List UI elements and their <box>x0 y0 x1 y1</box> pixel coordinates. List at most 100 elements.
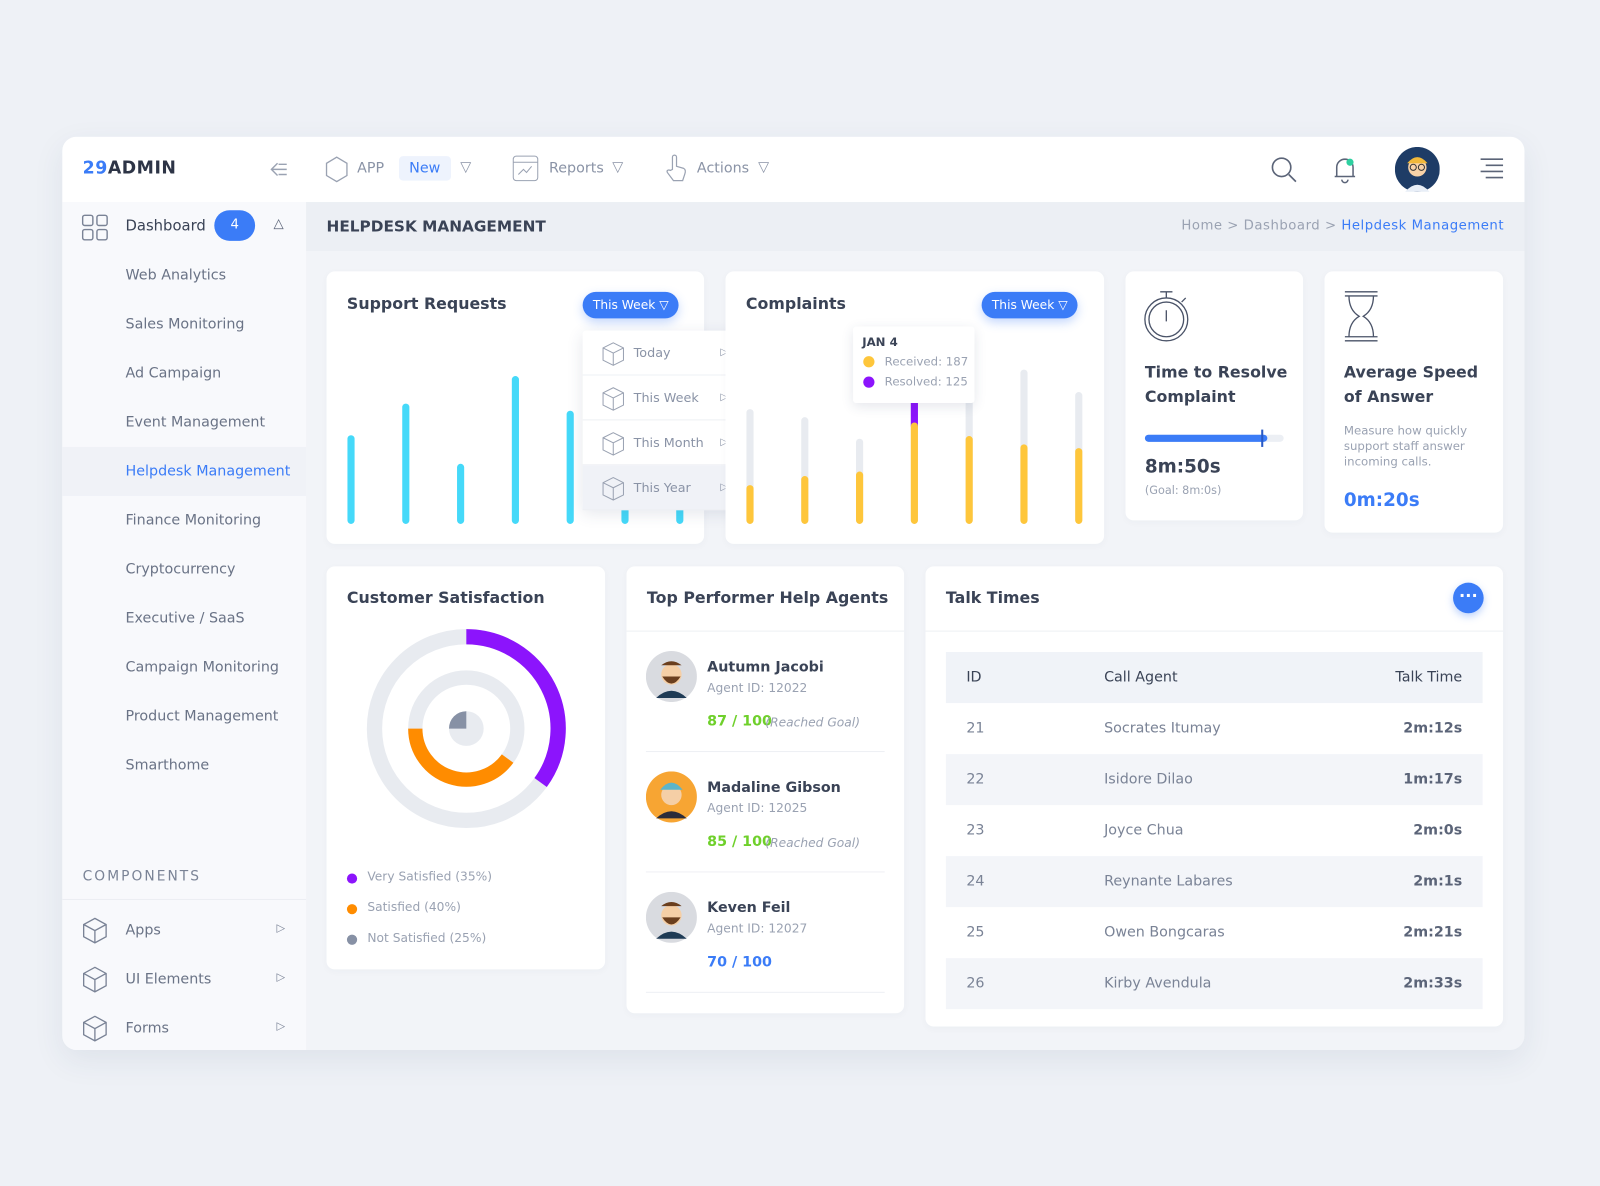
reports-icon <box>512 155 539 182</box>
more-options-button[interactable]: ··· <box>1453 582 1484 614</box>
legend-dot <box>346 904 358 915</box>
divider <box>645 871 885 873</box>
divider <box>925 630 1504 632</box>
table-row[interactable]: 21 Socrates Itumay 2m:12s <box>946 703 1483 754</box>
cube-icon <box>83 966 107 993</box>
sidebar-item[interactable]: Executive / SaaS <box>62 594 306 643</box>
cell-talk-time: 2m:1s <box>1413 873 1463 890</box>
sidebar-item[interactable]: Helpdesk Management <box>62 446 307 496</box>
agent-id: Agent ID: 12027 <box>707 921 808 936</box>
sidebar-item[interactable]: Sales Monitoring <box>62 300 306 349</box>
resolve-progress-bar <box>1144 429 1284 447</box>
sidebar-item[interactable]: Cryptocurrency <box>62 545 306 594</box>
sidebar-item[interactable]: Smarthome <box>62 741 306 790</box>
app-menu[interactable]: APP <box>357 160 384 176</box>
agent-score: 87 / 100 <box>707 713 773 730</box>
cell-id: 23 <box>966 822 985 839</box>
support-filter-button[interactable]: This Week ▽ <box>582 291 679 319</box>
table-row[interactable]: 26 Kirby Avendula 2m:33s <box>945 958 1483 1010</box>
breadcrumb-current: Helpdesk Management <box>1341 218 1505 234</box>
sidebar-component-item[interactable]: Forms <box>126 1020 169 1036</box>
resolved-dot <box>863 376 875 388</box>
reports-menu[interactable]: Reports <box>549 160 604 176</box>
table-row[interactable]: 23 Joyce Chua 2m:0s <box>946 805 1483 856</box>
card-title-line1: Average Speed <box>1343 363 1479 382</box>
user-avatar[interactable] <box>1394 146 1440 192</box>
search-icon[interactable] <box>1269 155 1298 184</box>
dropdown-item-label: This Week <box>633 389 699 406</box>
desc-line: Measure how quickly <box>1343 423 1468 438</box>
filter-label: This Week <box>592 297 656 313</box>
header-call-agent[interactable]: Call Agent <box>1104 652 1178 703</box>
agent-name[interactable]: Autumn Jacobi <box>707 659 824 675</box>
table-row[interactable]: 22 Isidore Dilao 1m:17s <box>945 754 1483 806</box>
bell-icon[interactable] <box>1332 154 1359 185</box>
desc-line: support staff answer <box>1343 438 1465 454</box>
top-agents-card: Top Performer Help Agents Autumn Jacobi … <box>626 566 905 1014</box>
agent-avatar <box>645 891 697 943</box>
goal-marker <box>1261 429 1264 447</box>
sidebar-dashboard[interactable]: Dashboard <box>126 218 206 234</box>
chevron-down-icon[interactable]: ▽ <box>758 159 769 175</box>
cell-talk-time: 2m:12s <box>1403 720 1463 737</box>
new-badge[interactable]: New <box>398 156 451 181</box>
sidebar-item[interactable]: Finance Monitoring <box>62 496 306 545</box>
header-talk-time[interactable]: Talk Time <box>1395 652 1462 703</box>
complaints-filter-button[interactable]: This Week ▽ <box>981 291 1078 319</box>
sidebar-item[interactable]: Web Analytics <box>62 251 306 300</box>
agent-name[interactable]: Keven Feil <box>707 900 790 916</box>
agent-avatar <box>645 651 697 703</box>
filter-label: This Week <box>991 297 1055 313</box>
actions-menu[interactable]: Actions <box>697 160 749 176</box>
tooltip-resolved: Resolved: 125 <box>884 374 968 389</box>
sidebar-item[interactable]: Product Management <box>62 692 306 741</box>
progress-fill <box>1144 434 1268 442</box>
chevron-right-icon[interactable]: ▷ <box>277 1019 286 1032</box>
cell-talk-time: 2m:0s <box>1413 822 1463 839</box>
cell-id: 26 <box>966 975 985 992</box>
hourglass-icon <box>1344 291 1378 342</box>
header-id[interactable]: ID <box>966 652 981 703</box>
breadcrumb-dashboard[interactable]: Dashboard <box>1244 218 1321 233</box>
table-row[interactable]: 25 Owen Bongcaras 2m:21s <box>946 907 1483 958</box>
chevron-right-icon[interactable]: ▷ <box>277 970 286 983</box>
hamburger-menu-icon[interactable] <box>1480 157 1504 179</box>
cell-talk-time: 2m:21s <box>1403 924 1463 941</box>
sidebar-component-item[interactable]: UI Elements <box>126 971 212 987</box>
chevron-up-icon[interactable]: △ <box>273 216 283 231</box>
breadcrumb-separator: > <box>1324 218 1337 234</box>
sidebar-component-item[interactable]: Apps <box>126 922 161 938</box>
breadcrumb-separator: > <box>1227 218 1239 234</box>
more-dots-icon: ··· <box>1459 585 1478 606</box>
resolve-goal: (Goal: 8m:0s) <box>1144 483 1222 497</box>
cell-id: 25 <box>966 924 985 941</box>
cell-talk-time: 1m:17s <box>1403 771 1463 788</box>
sidebar-item[interactable]: Ad Campaign <box>62 349 306 398</box>
cell-talk-time: 2m:33s <box>1403 975 1463 992</box>
chevron-down-icon[interactable]: ▽ <box>612 159 623 175</box>
sidebar-item[interactable]: Event Management <box>62 398 306 447</box>
chevron-right-icon[interactable]: ▷ <box>277 921 286 934</box>
dropdown-item-label: This Month <box>633 434 704 450</box>
agent-name[interactable]: Madaline Gibson <box>707 780 841 796</box>
dropdown-item-label: This Year <box>633 479 691 495</box>
cube-icon <box>83 1015 107 1042</box>
chevron-down-icon[interactable]: ▽ <box>460 159 471 175</box>
legend-label: Satisfied (40%) <box>367 899 461 915</box>
chevron-down-icon: ▽ <box>1058 297 1068 313</box>
collapse-sidebar-icon[interactable] <box>268 159 288 179</box>
logo[interactable]: 29ADMIN <box>83 158 177 178</box>
cell-agent: Isidore Dilao <box>1104 771 1193 788</box>
table-row[interactable]: 24 Reynante Labares 2m:1s <box>945 856 1483 908</box>
divider <box>645 751 885 753</box>
card-title-line2: Complaint <box>1144 387 1236 407</box>
breadcrumb-home[interactable]: Home <box>1181 218 1222 233</box>
sidebar-item[interactable]: Campaign Monitoring <box>62 643 306 692</box>
agent-goal-note: (Reached Goal) <box>765 715 860 730</box>
components-heading: COMPONENTS <box>82 868 202 885</box>
cell-id: 24 <box>966 873 985 890</box>
time-to-resolve-card: Time to Resolve Complaint 8m:50s (Goal: … <box>1125 271 1304 521</box>
cube-icon <box>602 476 624 501</box>
satisfaction-donut-chart <box>366 629 566 829</box>
cube-icon <box>83 917 107 944</box>
